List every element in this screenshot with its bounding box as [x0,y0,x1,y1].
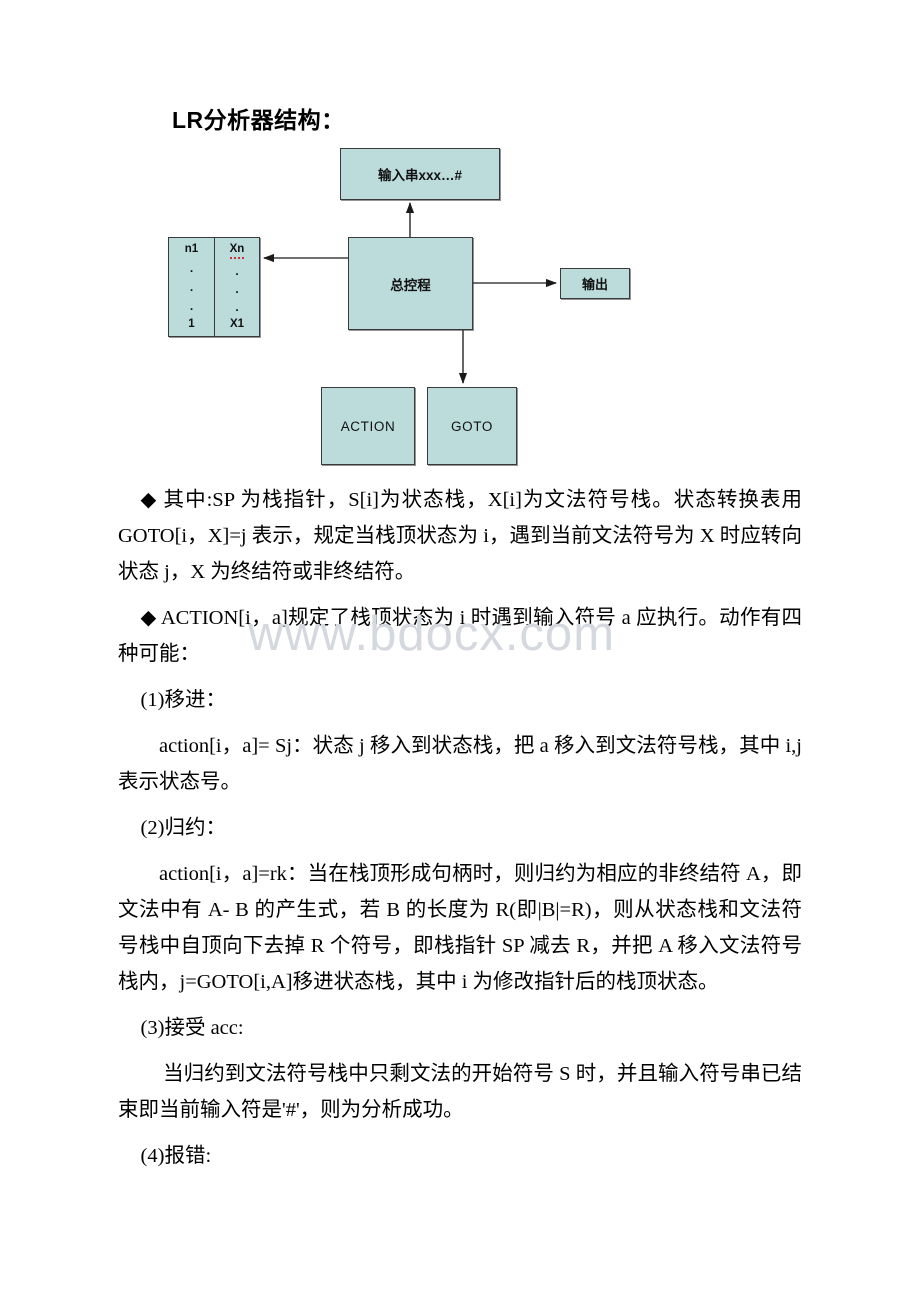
stack-state-column: n1 . . . 1 [169,238,214,336]
diagram-node-output: 输出 [560,268,630,299]
stack-state-top: n1 [184,243,199,255]
stack-state-dot-3: . [189,298,194,313]
stack-symbol-dot-2: . [235,281,239,296]
stack-symbol-column: Xn . . . X1 [214,238,259,336]
lr-parser-structure-diagram: 输入串xxx…# n1 . . . 1 Xn . . . X1 总控程 输出 A… [0,0,920,480]
stack-state-dot-2: . [189,280,194,295]
paragraph-item1-heading: (1)移进： [140,689,226,711]
paragraph-item1-body: action[i，a]= Sj：状态 j 移入到状态栈，把 a 移入到文法符号栈… [118,735,802,793]
paragraph-action-description: ◆ ACTION[i，a]规定了栈顶状态为 i 时遇到输入符号 a 应执行。动作… [118,607,802,665]
paragraph-item2-body: action[i，a]=rk：当在栈顶形成句柄时，则归约为相应的非终结符 A，即… [118,863,802,993]
stack-symbol-top: Xn [229,243,245,259]
paragraph-item2-heading: (2)归约： [140,817,226,839]
stack-state-bottom: 1 [188,318,195,331]
paragraph-item4-heading: (4)报错: [140,1145,212,1167]
stack-symbol-bottom: X1 [229,318,245,331]
stack-symbol-dot-3: . [235,299,239,314]
stack-state-dot-1: . [189,261,194,276]
paragraph-item3-body: 当归约到文法符号栈中只剩文法的开始符号 S 时，并且输入符号串已结束即当前输入符… [118,1063,802,1121]
diagram-node-input-string: 输入串xxx…# [340,148,500,200]
diagram-node-controller: 总控程 [348,237,473,330]
diagram-node-action-table: ACTION [321,387,415,465]
document-body: ◆ 其中:SP 为栈指针，S[i]为状态栈，X[i]为文法符号栈。状态转换表用 … [118,482,802,1174]
stack-symbol-dot-1: . [235,263,239,278]
diagram-node-stack: n1 . . . 1 Xn . . . X1 [168,237,260,337]
document-page: LR分析器结构： 输入串xxx…# n1 . . . 1 Xn . . . X1… [0,0,920,1302]
paragraph-goto-description: ◆ 其中:SP 为栈指针，S[i]为状态栈，X[i]为文法符号栈。状态转换表用 … [118,489,802,583]
paragraph-item3-heading: (3)接受 acc: [140,1017,244,1039]
diagram-node-goto-table: GOTO [427,387,517,465]
